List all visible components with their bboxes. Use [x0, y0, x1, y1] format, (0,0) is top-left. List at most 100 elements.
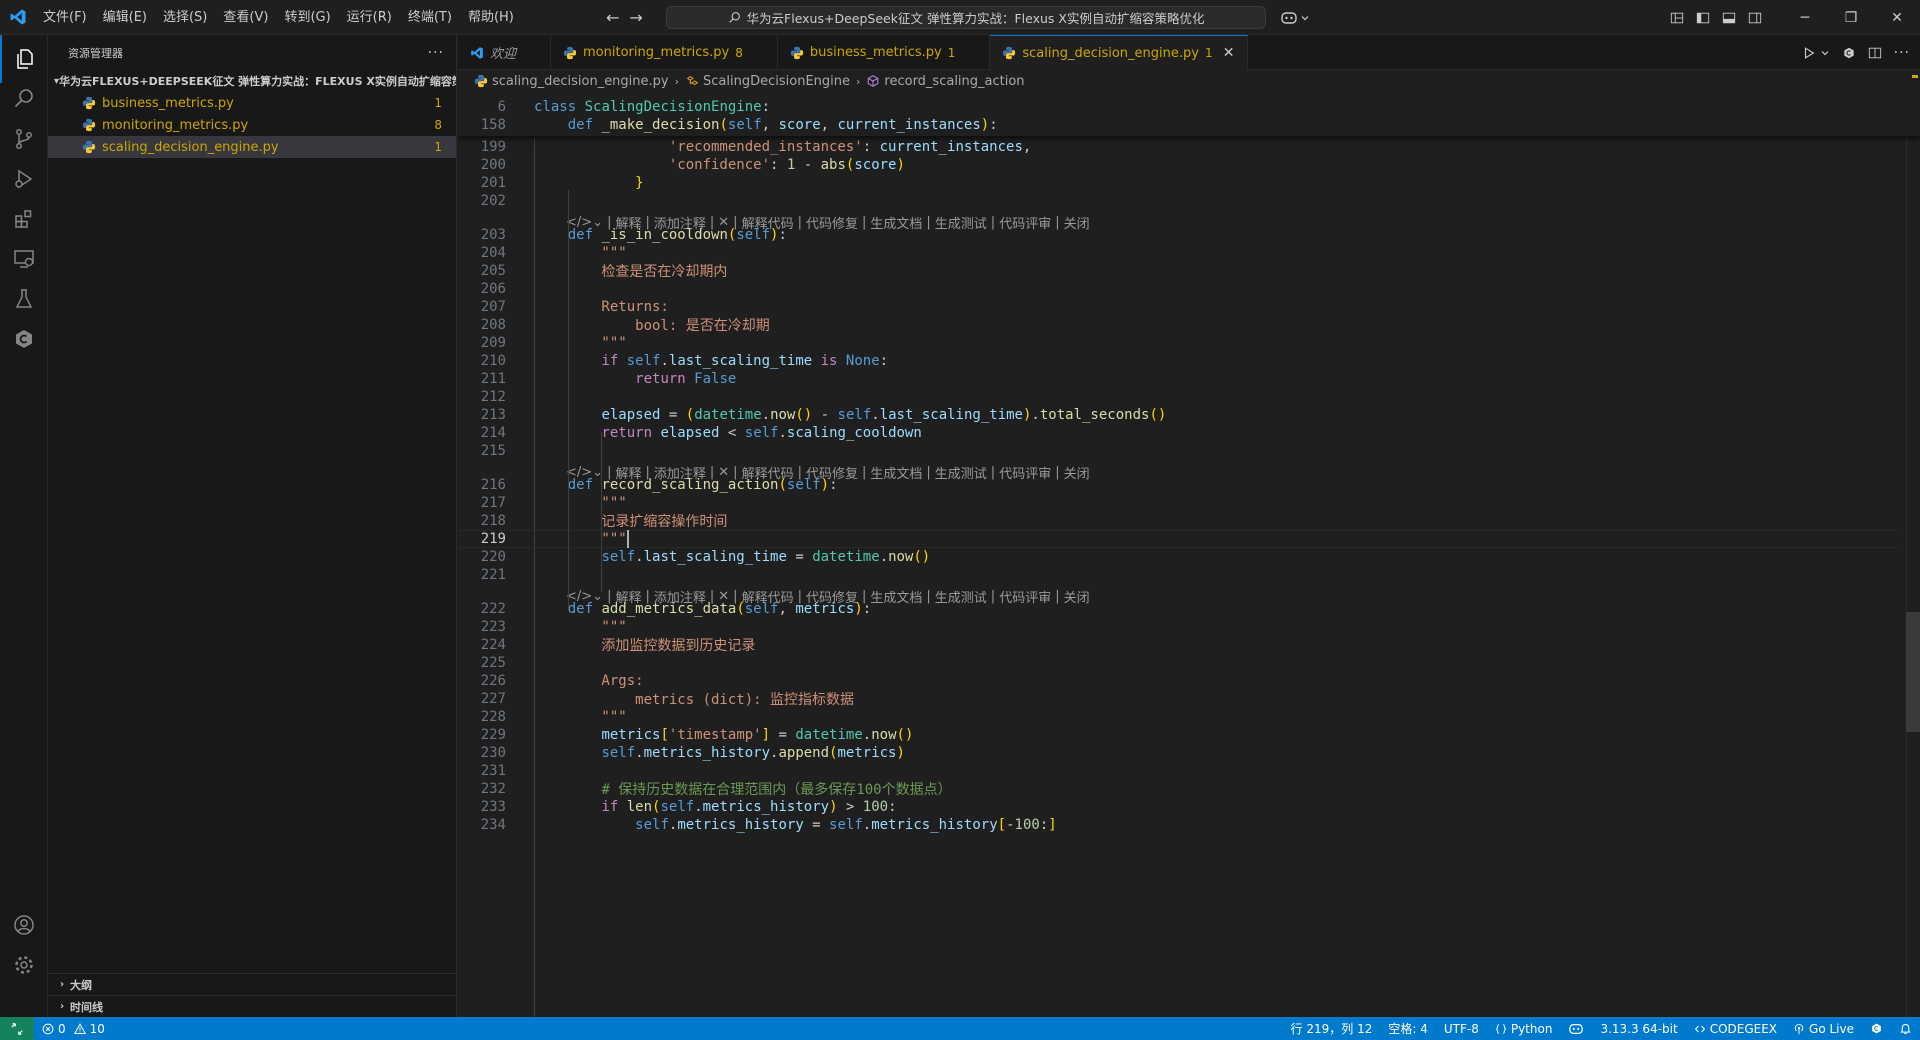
copilot-status-icon[interactable]	[1568, 1022, 1584, 1036]
code-line[interactable]: 200 'confidence': 1 - abs(score)	[458, 156, 1898, 174]
menu-selection[interactable]: 选择(S)	[155, 0, 215, 35]
tab-business-metrics[interactable]: business_metrics.py 1	[778, 35, 991, 70]
code-line[interactable]: 202	[458, 192, 1898, 210]
status-right-items: 行 219，列 12 空格: 4 UTF-8 Python 3.13.3 64-…	[1291, 1017, 1912, 1040]
workspace-folder[interactable]: ▾ 华为云FLEXUS+DEEPSEEK征文 弹性算力实战：FLEXUS X实例…	[48, 70, 456, 92]
menu-view[interactable]: 查看(V)	[215, 0, 276, 35]
code-line[interactable]: 229 metrics['timestamp'] = datetime.now(…	[458, 726, 1898, 744]
timeline-section[interactable]: › 时间线	[48, 995, 457, 1017]
scrollbar-thumb[interactable]	[1906, 612, 1920, 732]
menu-run[interactable]: 运行(R)	[339, 0, 400, 35]
language-mode[interactable]: Python	[1495, 1022, 1552, 1036]
python-interpreter[interactable]: 3.13.3 64-bit	[1600, 1022, 1677, 1036]
code-line[interactable]: 208 bool: 是否在冷却期	[458, 316, 1898, 334]
sticky-scroll-header[interactable]: 6 class ScalingDecisionEngine: 158 def _ma…	[458, 92, 1920, 136]
code-editor[interactable]: 6 class ScalingDecisionEngine: 158 def _ma…	[458, 92, 1920, 1017]
chevron-down-icon[interactable]	[1820, 48, 1830, 58]
code-line[interactable]: 220 self.last_scaling_time = datetime.no…	[458, 548, 1898, 566]
code-line[interactable]: 234 self.metrics_history = self.metrics_…	[458, 816, 1898, 834]
file-encoding[interactable]: UTF-8	[1444, 1022, 1479, 1036]
tab-monitoring-metrics[interactable]: monitoring_metrics.py 8	[551, 35, 778, 70]
code-line[interactable]: 201 }	[458, 174, 1898, 192]
forward-arrow-icon[interactable]: →	[629, 8, 642, 27]
code-line[interactable]: 204 """	[458, 244, 1898, 262]
indent-guide	[534, 138, 535, 1017]
notifications-bell-icon[interactable]	[1899, 1022, 1912, 1035]
problems-status[interactable]: 0 10	[42, 1022, 105, 1036]
breadcrumb-file[interactable]: scaling_decision_engine.py	[492, 74, 669, 89]
file-monitoring-metrics[interactable]: monitoring_metrics.py 8	[48, 114, 456, 136]
code-line[interactable]: 211 return False	[458, 370, 1898, 388]
code-line[interactable]: 224 添加监控数据到历史记录	[458, 636, 1898, 654]
command-center-search[interactable]: 华为云Flexus+DeepSeek征文 弹性算力实战：Flexus X实例自动…	[666, 6, 1266, 29]
code-line[interactable]: 210 if self.last_scaling_time is None:	[458, 352, 1898, 370]
problem-count-badge: 8	[434, 118, 442, 132]
code-line[interactable]: 233 if len(self.metrics_history) > 100:	[458, 798, 1898, 816]
code-line[interactable]: 214 return elapsed < self.scaling_cooldo…	[458, 424, 1898, 442]
code-line[interactable]: 225	[458, 654, 1898, 672]
codegeex-icon[interactable]	[0, 315, 48, 363]
code-line[interactable]: 221	[458, 566, 1898, 584]
more-actions-icon[interactable]: ···	[428, 45, 444, 61]
toggle-secondary-sidebar-icon[interactable]	[1742, 0, 1768, 35]
toggle-primary-sidebar-icon[interactable]	[1690, 0, 1716, 35]
code-line[interactable]: 212	[458, 388, 1898, 406]
outline-section[interactable]: › 大纲	[48, 973, 457, 995]
cursor-position[interactable]: 行 219，列 12	[1291, 1020, 1373, 1037]
back-arrow-icon[interactable]: ←	[606, 8, 619, 27]
close-window-icon[interactable]: ✕	[1874, 0, 1920, 35]
code-line[interactable]: 203 def _is_in_cooldown(self):	[458, 226, 1898, 244]
breadcrumb-method[interactable]: record_scaling_action	[884, 74, 1024, 89]
go-live-button[interactable]: Go Live	[1793, 1022, 1854, 1036]
code-line[interactable]: 218 记录扩缩容操作时间	[458, 512, 1898, 530]
menu-file[interactable]: 文件(F)	[35, 0, 95, 35]
restore-icon[interactable]: ❐	[1828, 0, 1874, 35]
file-business-metrics[interactable]: business_metrics.py 1	[48, 92, 456, 114]
code-line[interactable]: 213 elapsed = (datetime.now() - self.las…	[458, 406, 1898, 424]
run-python-file-icon[interactable]	[1802, 46, 1816, 60]
code-line[interactable]: 205 检查是否在冷却期内	[458, 262, 1898, 280]
code-line[interactable]: 226 Args:	[458, 672, 1898, 690]
code-line[interactable]: 209 """	[458, 334, 1898, 352]
code-line[interactable]: 231	[458, 762, 1898, 780]
toggle-panel-icon[interactable]	[1716, 0, 1742, 35]
code-line[interactable]: 219 """	[458, 530, 1898, 548]
code-line[interactable]: 222 def add_metrics_data(self, metrics):	[458, 600, 1898, 618]
split-editor-icon[interactable]	[1868, 46, 1882, 60]
code-line[interactable]: 216 def record_scaling_action(self):	[458, 476, 1898, 494]
copilot-button[interactable]	[1280, 8, 1310, 28]
remote-indicator-icon[interactable]	[0, 1017, 34, 1040]
menu-terminal[interactable]: 终端(T)	[400, 0, 460, 35]
breadcrumb-class[interactable]: ScalingDecisionEngine	[703, 74, 850, 89]
tab-welcome[interactable]: 欢迎	[458, 35, 552, 70]
code-line[interactable]: 199 'recommended_instances': current_ins…	[458, 138, 1898, 156]
line-number: 214	[480, 425, 506, 441]
indentation[interactable]: 空格: 4	[1388, 1020, 1428, 1037]
menu-edit[interactable]: 编辑(E)	[95, 0, 155, 35]
code-line[interactable]: 227 metrics (dict): 监控指标数据	[458, 690, 1898, 708]
codegeex-action-icon[interactable]	[1842, 46, 1856, 60]
codegeex-status[interactable]: CODEGEEX	[1694, 1022, 1777, 1036]
menu-go[interactable]: 转到(G)	[276, 0, 338, 35]
settings-gear-icon[interactable]	[0, 941, 48, 989]
editor-vertical-scrollbar[interactable]	[1906, 75, 1920, 1017]
code-line[interactable]: 230 self.metrics_history.append(metrics)	[458, 744, 1898, 762]
tab-scaling-decision-engine[interactable]: scaling_decision_engine.py 1 ✕	[990, 35, 1248, 70]
minimize-icon[interactable]: ─	[1782, 0, 1828, 35]
code-line[interactable]: 223 """	[458, 618, 1898, 636]
codegeex-hex-icon[interactable]	[1870, 1022, 1883, 1035]
close-tab-icon[interactable]: ✕	[1221, 45, 1237, 61]
code-line[interactable]: 228 """	[458, 708, 1898, 726]
code-line[interactable]: 206	[458, 280, 1898, 298]
file-scaling-decision-engine[interactable]: scaling_decision_engine.py 1	[48, 136, 456, 158]
customize-layout-icon[interactable]	[1664, 0, 1690, 35]
menu-help[interactable]: 帮助(H)	[460, 0, 522, 35]
code-line[interactable]: 217 """	[458, 494, 1898, 512]
code-line[interactable]: 232 # 保持历史数据在合理范围内（最多保存100个数据点）	[458, 780, 1898, 798]
code-line[interactable]: 207 Returns:	[458, 298, 1898, 316]
python-file-icon	[82, 140, 96, 154]
sticky-code-line[interactable]: 158 def _make_decision(self, score, curr…	[458, 114, 1898, 136]
line-number: 208	[480, 317, 506, 333]
more-actions-icon[interactable]: ···	[1894, 45, 1910, 61]
code-line[interactable]: 215	[458, 442, 1898, 460]
